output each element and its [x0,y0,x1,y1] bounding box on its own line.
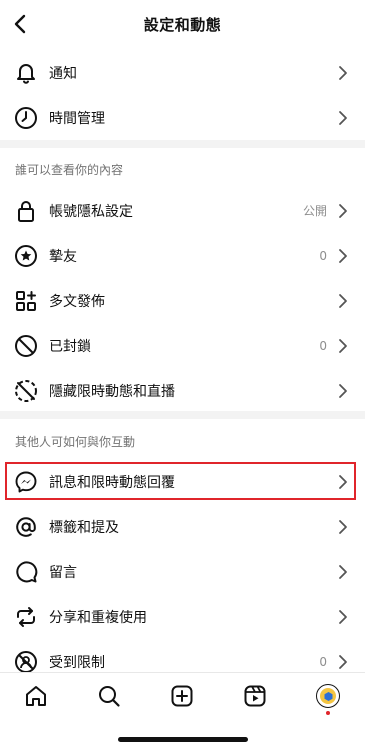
row-label: 已封鎖 [49,338,91,355]
row-value: 0 [319,338,327,353]
chevron-right-icon [335,65,351,81]
row-blocked[interactable]: 已封鎖 0 [0,323,365,368]
row-label: 分享和重複使用 [49,609,147,626]
row-value: 0 [319,654,327,669]
chevron-right-icon [335,248,351,264]
row-comments[interactable]: 留言 [0,549,365,594]
page-title: 設定和動態 [143,15,222,34]
chevron-right-icon [335,110,351,126]
lock-icon [13,198,39,224]
row-label: 帳號隱私設定 [49,203,133,220]
row-hide-story-live[interactable]: 隱藏限時動態和直播 [0,368,365,413]
row-tags-mentions[interactable]: 標籤和提及 [0,504,365,549]
row-account-privacy[interactable]: 帳號隱私設定 公開 [0,188,365,233]
row-label: 通知 [49,65,77,82]
section-title-visibility: 誰可以查看你的內容 [15,163,124,177]
star-circle-icon [13,243,39,269]
tab-reels[interactable] [240,681,270,711]
chevron-right-icon [335,654,351,670]
row-label: 時間管理 [49,110,105,127]
row-notifications[interactable]: 通知 [0,50,365,95]
comment-icon [13,559,39,585]
tab-search[interactable] [94,681,124,711]
notification-dot [326,711,330,715]
chevron-right-icon [335,519,351,535]
section-divider [0,140,365,148]
avatar-image [320,688,336,704]
reels-icon [244,685,266,707]
back-button[interactable] [6,10,34,38]
row-label: 多文發佈 [49,293,105,310]
chevron-right-icon [335,338,351,354]
grid-plus-icon [13,288,39,314]
restricted-icon [13,649,39,675]
section-divider [0,411,365,419]
chevron-right-icon [335,293,351,309]
row-close-friends[interactable]: 摯友 0 [0,233,365,278]
row-label: 留言 [49,564,77,581]
profile-avatar [316,684,340,708]
bottom-tab-bar [0,672,365,718]
block-icon [13,333,39,359]
hide-story-icon [13,378,39,404]
search-icon [99,686,120,707]
home-indicator [118,737,248,742]
row-label: 隱藏限時動態和直播 [49,383,175,400]
repost-icon [13,604,39,630]
row-label: 受到限制 [49,654,105,671]
tab-home[interactable] [21,681,51,711]
at-sign-icon [13,514,39,540]
chevron-right-icon [335,383,351,399]
chevron-right-icon [335,609,351,625]
chevron-left-icon [14,14,26,34]
home-icon [26,686,46,706]
row-sharing-reuse[interactable]: 分享和重複使用 [0,594,365,639]
row-value: 0 [319,248,327,263]
top-bar: 設定和動態 [0,0,365,48]
row-label: 標籤和提及 [49,519,119,536]
chevron-right-icon [335,203,351,219]
highlight-box [5,462,356,500]
tab-profile[interactable] [313,681,343,711]
chevron-right-icon [335,564,351,580]
row-value: 公開 [302,204,327,218]
row-time-management[interactable]: 時間管理 [0,95,365,140]
tab-create[interactable] [167,681,197,711]
row-label: 摯友 [49,248,77,265]
section-title-interaction: 其他人可如何與你互動 [15,435,136,449]
row-crossposting[interactable]: 多文發佈 [0,278,365,323]
create-icon [171,685,193,707]
clock-icon [13,105,39,131]
bell-icon [13,60,39,86]
